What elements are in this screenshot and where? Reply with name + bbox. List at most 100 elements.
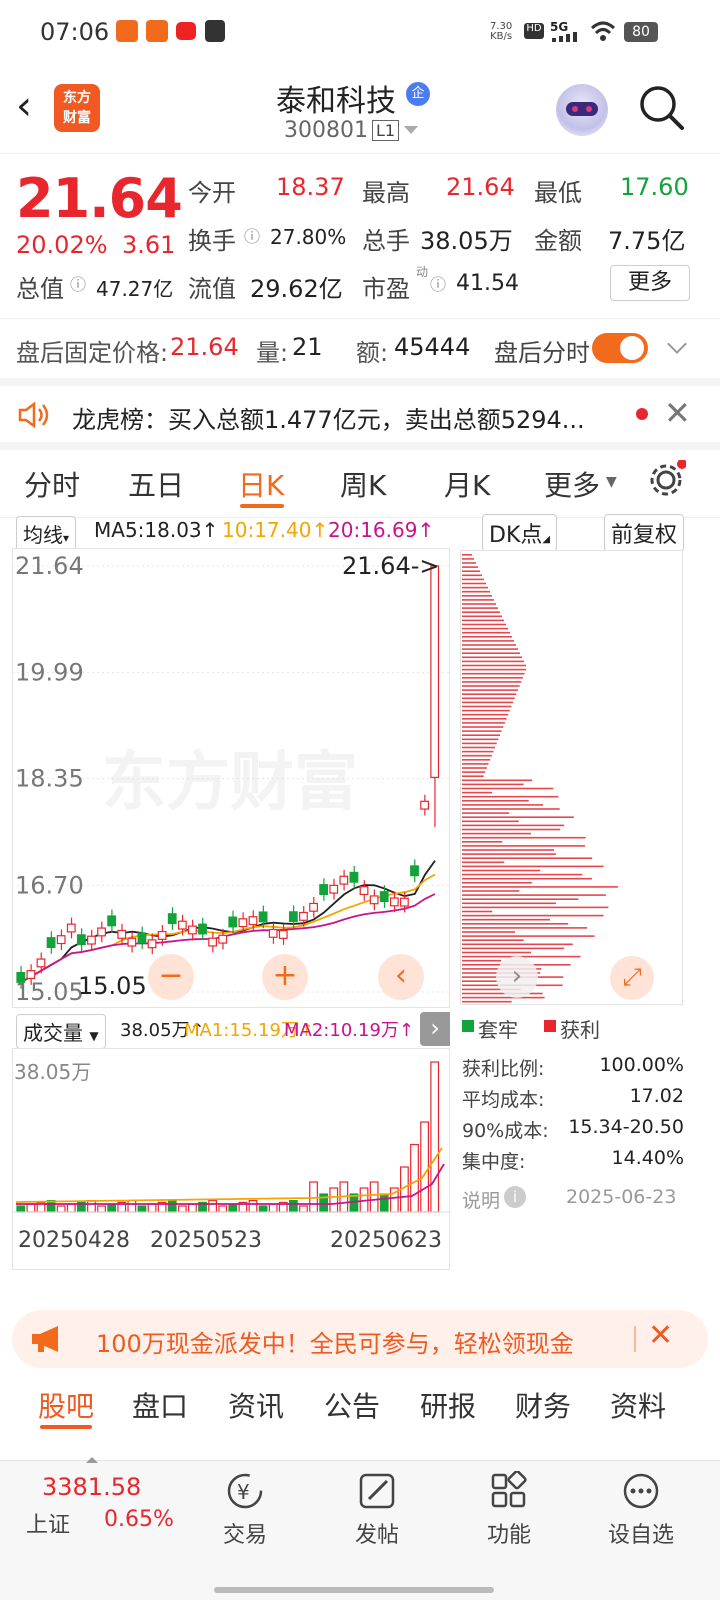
- tab-news[interactable]: 资讯: [228, 1385, 284, 1425]
- chip-bar: [462, 697, 515, 700]
- candle: [349, 871, 359, 883]
- svg-text:¥: ¥: [237, 1480, 250, 1504]
- period-tabs: 分时 五日 日K 周K 月K 更多 ▼: [0, 452, 720, 518]
- tab-intraday[interactable]: 分时: [24, 464, 80, 504]
- info-icon[interactable]: i: [504, 1186, 526, 1208]
- app-notification-icon: [146, 20, 168, 42]
- volume-bar: [410, 1143, 419, 1213]
- candle: [147, 939, 157, 949]
- index-change[interactable]: 0.65%: [104, 1507, 174, 1532]
- tab-profile[interactable]: 资料: [610, 1385, 666, 1425]
- info-icon[interactable]: ⓘ: [70, 271, 86, 295]
- nav-add-watchlist[interactable]: 设自选: [586, 1471, 696, 1549]
- chip-bar: [462, 746, 496, 749]
- close-icon[interactable]: ✕: [648, 1318, 673, 1353]
- change-percent: 20.02%: [16, 231, 108, 259]
- chip-bar: [462, 865, 604, 868]
- tab-weekly-k[interactable]: 周K: [340, 464, 386, 504]
- search-icon[interactable]: [638, 84, 686, 132]
- ma-select[interactable]: 均线▾: [16, 516, 77, 551]
- volume-bar: [268, 1203, 278, 1213]
- expand-panel-icon[interactable]: ›: [420, 1012, 450, 1046]
- chip-bar: [462, 685, 520, 687]
- tab-forum[interactable]: 股吧: [38, 1385, 94, 1425]
- chip-bar: [462, 791, 493, 794]
- tab-announcements[interactable]: 公告: [324, 1385, 380, 1425]
- candle: [97, 927, 106, 937]
- volume-bar: [87, 1200, 96, 1213]
- dk-point-button[interactable]: DK点◢: [482, 514, 558, 552]
- candle: [369, 895, 379, 905]
- stock-name: 泰和科技: [276, 84, 396, 119]
- volume-bar: [379, 1193, 389, 1213]
- level-badge[interactable]: L1: [372, 120, 400, 141]
- signal-icon: [552, 32, 582, 42]
- tab-orderbook[interactable]: 盘口: [132, 1385, 188, 1425]
- expand-icon[interactable]: ⤢: [610, 956, 654, 1000]
- candle: [299, 911, 308, 921]
- chip-bar: [462, 722, 505, 724]
- caret-down-icon[interactable]: ▼: [606, 474, 617, 490]
- info-icon[interactable]: ⓘ: [244, 223, 260, 247]
- volume-bar: [430, 1061, 440, 1213]
- volume-bar: [369, 1181, 379, 1213]
- kline-chart[interactable]: 东方财富 21.64 19.99 18.35 16.70 15.05 21.64-> 15.…: [12, 548, 450, 1008]
- index-name[interactable]: 上证: [26, 1507, 70, 1539]
- back-arrow-icon[interactable]: ‹: [16, 86, 32, 126]
- tab-monthly-k[interactable]: 月K: [444, 464, 490, 504]
- chip-bar: [462, 734, 500, 736]
- chip-bar: [462, 590, 490, 593]
- chip-bar: [462, 566, 478, 568]
- eastmoney-logo[interactable]: 东方 财富: [54, 84, 100, 132]
- chip-bar: [462, 701, 514, 704]
- battery-icon: 80: [624, 22, 658, 42]
- chip-bar: [462, 660, 524, 663]
- after-hours-toggle[interactable]: [592, 333, 648, 363]
- megaphone-icon: [32, 1326, 58, 1352]
- zoom-out-button[interactable]: −: [148, 954, 194, 1000]
- mktcap-value: 47.27亿: [96, 277, 174, 301]
- stock-code: 300801: [284, 118, 368, 143]
- y-tick-label: 21.64: [15, 552, 84, 580]
- notice-bar[interactable]: 龙虎榜：买入总额1.477亿元，卖出总额5294... ✕: [0, 378, 720, 450]
- candle: [228, 916, 238, 928]
- chevron-right-icon[interactable]: ›: [496, 956, 538, 998]
- chip-bar: [462, 582, 486, 585]
- nav-post[interactable]: 发帖: [322, 1471, 432, 1549]
- chevron-down-icon[interactable]: [667, 334, 687, 354]
- robot-assistant-icon[interactable]: [556, 84, 608, 136]
- adjust-mode-button[interactable]: 前复权: [604, 514, 685, 552]
- candle: [278, 929, 288, 939]
- candle: [288, 911, 298, 923]
- chevron-down-icon[interactable]: [404, 126, 418, 134]
- chip-bar: [462, 619, 504, 622]
- promo-banner[interactable]: 100万现金派发中！全民可参与，轻松领现金 ✕: [12, 1310, 708, 1368]
- info-icon[interactable]: ⓘ: [430, 271, 446, 295]
- ma5-label: MA5:18.03↑: [94, 518, 219, 542]
- nav-trade[interactable]: ¥ 交易: [190, 1471, 300, 1549]
- candle: [127, 937, 137, 947]
- home-indicator: [214, 1587, 494, 1593]
- tab-research[interactable]: 研报: [420, 1385, 476, 1425]
- tab-daily-k[interactable]: 日K: [238, 464, 284, 504]
- volume-bar: [299, 1205, 308, 1213]
- candle: [410, 865, 419, 877]
- mktcap-label: 总值: [16, 275, 64, 303]
- candle: [117, 929, 127, 939]
- chip-note-label[interactable]: 说明: [462, 1186, 500, 1213]
- index-value[interactable]: 3381.58: [42, 1473, 141, 1501]
- candle: [319, 884, 329, 895]
- gear-icon[interactable]: [646, 460, 686, 500]
- scroll-left-button[interactable]: ‹: [378, 954, 424, 1000]
- volume-indicator-select[interactable]: 成交量 ▼: [16, 1014, 106, 1049]
- float-label: 流值: [188, 275, 236, 303]
- tab-more[interactable]: 更多: [544, 464, 600, 504]
- candle: [137, 932, 147, 944]
- close-icon[interactable]: ✕: [664, 394, 691, 432]
- tab-financials[interactable]: 财务: [515, 1385, 571, 1425]
- zoom-in-button[interactable]: +: [262, 954, 308, 1000]
- more-button[interactable]: 更多: [610, 265, 690, 301]
- nav-functions[interactable]: 功能: [454, 1470, 564, 1549]
- caret-up-icon[interactable]: [86, 1457, 98, 1463]
- tab-five-day[interactable]: 五日: [128, 464, 184, 504]
